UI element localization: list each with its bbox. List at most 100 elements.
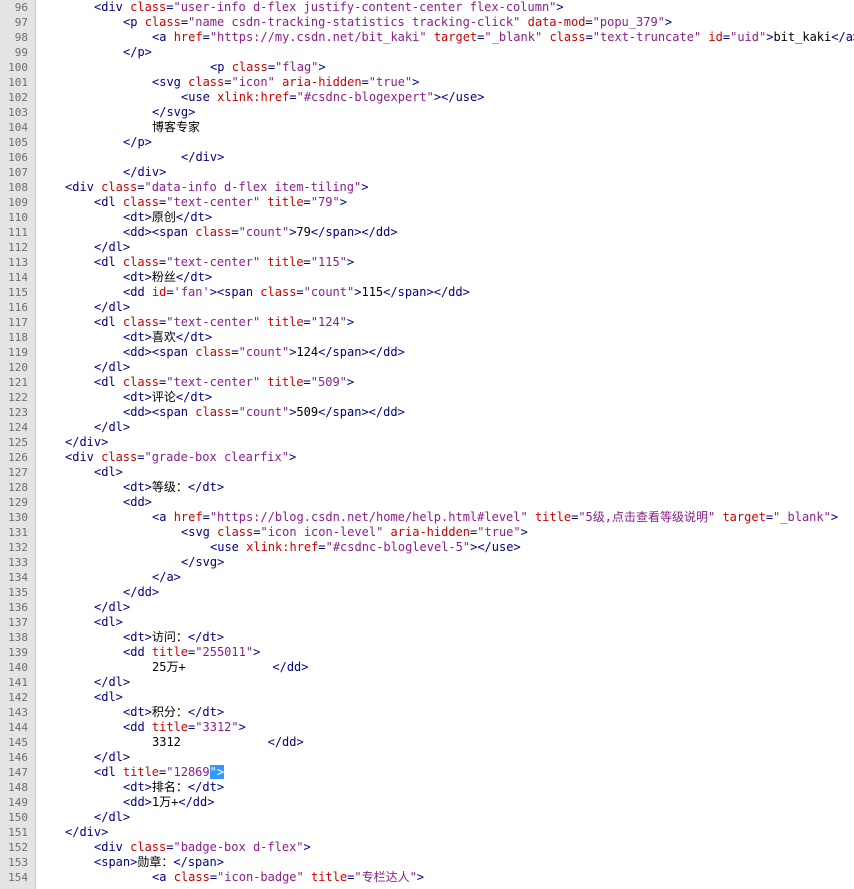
- code-line[interactable]: 104 博客专家: [0, 120, 854, 135]
- line-source: 博客专家: [36, 120, 200, 135]
- code-tag: <dt>: [123, 330, 152, 344]
- code-line[interactable]: 116 </dl>: [0, 300, 854, 315]
- code-line[interactable]: 120 </dl>: [0, 360, 854, 375]
- code-tag: >: [416, 870, 425, 884]
- code-line[interactable]: 147 <dl title="12869">: [0, 765, 854, 780]
- code-attribute: title: [534, 510, 572, 524]
- code-attribute: class: [130, 840, 167, 854]
- code-line[interactable]: 108 <div class="data-info d-flex item-til…: [0, 180, 854, 195]
- code-tag: <dd: [123, 720, 152, 734]
- code-attribute: title: [267, 375, 304, 389]
- code-tag: =: [585, 15, 593, 29]
- code-line[interactable]: 143 <dt>积分：</dt>: [0, 705, 854, 720]
- code-line[interactable]: 114 <dt>粉丝</dt>: [0, 270, 854, 285]
- code-line[interactable]: 102 <use xlink:href="#csdnc-blogexpert"><…: [0, 90, 854, 105]
- code-line[interactable]: 128 <dt>等级：</dt>: [0, 480, 854, 495]
- code-line[interactable]: 152 <div class="badge-box d-flex">: [0, 840, 854, 855]
- line-number: 139: [8, 646, 28, 659]
- code-line[interactable]: 153 <span>勋章：</span>: [0, 855, 854, 870]
- code-attribute-value: "124": [310, 315, 347, 329]
- code-line[interactable]: 144 <dd title="3312">: [0, 720, 854, 735]
- code-attribute: title: [267, 255, 304, 269]
- code-line[interactable]: 126 <div class="grade-box clearfix">: [0, 450, 854, 465]
- code-line[interactable]: 103 </svg>: [0, 105, 854, 120]
- code-line[interactable]: 97 <p class="name csdn-tracking-statistic…: [0, 15, 854, 30]
- line-number: 147: [8, 766, 28, 779]
- code-line[interactable]: 140 25万+ </dd>: [0, 660, 854, 675]
- code-attribute: id: [708, 30, 723, 44]
- code-tag: <dt>: [123, 390, 152, 404]
- code-line[interactable]: 109 <dl class="text-center" title="79">: [0, 195, 854, 210]
- line-source: 3312 </dd>: [36, 735, 304, 750]
- code-line[interactable]: 118 <dt>喜欢</dt>: [0, 330, 854, 345]
- code-line[interactable]: 107 </div>: [0, 165, 854, 180]
- code-line[interactable]: 99 </p>: [0, 45, 854, 60]
- code-line[interactable]: 101 <svg class="icon" aria-hidden="true">: [0, 75, 854, 90]
- code-line[interactable]: 106 </div>: [0, 150, 854, 165]
- code-attribute: class: [101, 180, 138, 194]
- code-tag: <dd><span: [123, 405, 196, 419]
- code-line[interactable]: 123 <dd><span class="count">509</span></d…: [0, 405, 854, 420]
- line-number: 119: [8, 346, 28, 359]
- code-line[interactable]: 119 <dd><span class="count">124</span></d…: [0, 345, 854, 360]
- line-source: <dt>等级：</dt>: [36, 480, 224, 495]
- code-area[interactable]: 96 <div class="user-info d-flex justify-c…: [0, 0, 854, 885]
- code-line[interactable]: 139 <dd title="255011">: [0, 645, 854, 660]
- code-line[interactable]: 135 </dd>: [0, 585, 854, 600]
- code-line[interactable]: 154 <a class="icon-badge" title="专栏达人">: [0, 870, 854, 885]
- code-line[interactable]: 105 </p>: [0, 135, 854, 150]
- code-line[interactable]: 150 </dl>: [0, 810, 854, 825]
- line-number: 108: [8, 181, 28, 194]
- code-line[interactable]: 142 <dl>: [0, 690, 854, 705]
- code-tag: >: [830, 510, 839, 524]
- code-line[interactable]: 113 <dl class="text-center" title="115">: [0, 255, 854, 270]
- code-line[interactable]: 136 </dl>: [0, 600, 854, 615]
- code-line[interactable]: 145 3312 </dd>: [0, 735, 854, 750]
- code-line[interactable]: 137 <dl>: [0, 615, 854, 630]
- code-line[interactable]: 115 <dd id='fan'><span class="count">115<…: [0, 285, 854, 300]
- code-line[interactable]: 121 <dl class="text-center" title="509">: [0, 375, 854, 390]
- code-line[interactable]: 134 </a>: [0, 570, 854, 585]
- code-line[interactable]: 138 <dt>访问：</dt>: [0, 630, 854, 645]
- code-line[interactable]: 112 </dl>: [0, 240, 854, 255]
- code-line[interactable]: 96 <div class="user-info d-flex justify-c…: [0, 0, 854, 15]
- code-attribute: title: [151, 720, 189, 734]
- line-number: 146: [8, 751, 28, 764]
- code-line[interactable]: 125 </div>: [0, 435, 854, 450]
- code-tag: >: [664, 15, 673, 29]
- line-number: 150: [8, 811, 28, 824]
- code-line[interactable]: 146 </dl>: [0, 750, 854, 765]
- code-line[interactable]: 122 <dt>评论</dt>: [0, 390, 854, 405]
- code-line[interactable]: 98 <a href="https://my.csdn.net/bit_kaki"…: [0, 30, 854, 45]
- line-source: </div>: [36, 165, 166, 180]
- code-line[interactable]: 127 <dl>: [0, 465, 854, 480]
- code-text: 等级：: [151, 480, 188, 494]
- code-tag: [304, 870, 311, 884]
- line-source: <use xlink:href="#csdnc-bloglevel-5"></u…: [36, 540, 521, 555]
- line-source: <p class="flag">: [36, 60, 326, 75]
- code-line[interactable]: 131 <svg class="icon icon-level" aria-hid…: [0, 525, 854, 540]
- line-source: </svg>: [36, 555, 224, 570]
- code-line[interactable]: 124 </dl>: [0, 420, 854, 435]
- code-tag: [383, 525, 390, 539]
- code-line[interactable]: 148 <dt>排名：</dt>: [0, 780, 854, 795]
- line-number: 117: [8, 316, 28, 329]
- code-line[interactable]: 141 </dl>: [0, 675, 854, 690]
- code-attribute-value: "text-center": [166, 315, 261, 329]
- code-line[interactable]: 151 </div>: [0, 825, 854, 840]
- code-line[interactable]: 132 <use xlink:href="#csdnc-bloglevel-5">…: [0, 540, 854, 555]
- code-line[interactable]: 117 <dl class="text-center" title="124">: [0, 315, 854, 330]
- code-line[interactable]: 130 <a href="https://blog.csdn.net/home/h…: [0, 510, 854, 525]
- code-text: 509: [296, 405, 319, 419]
- code-line[interactable]: 149 <dd>1万+</dd>: [0, 795, 854, 810]
- code-tag: >: [556, 0, 564, 14]
- line-source: <dt>喜欢</dt>: [36, 330, 212, 345]
- code-line[interactable]: 129 <dd>: [0, 495, 854, 510]
- code-line[interactable]: 133 </svg>: [0, 555, 854, 570]
- line-source: <dt>原创</dt>: [36, 210, 212, 225]
- line-number: 142: [8, 691, 28, 704]
- code-line[interactable]: 111 <dd><span class="count">79</span></dd…: [0, 225, 854, 240]
- code-line[interactable]: 100 <p class="flag">: [0, 60, 854, 75]
- code-line[interactable]: 110 <dt>原创</dt>: [0, 210, 854, 225]
- code-editor[interactable]: 96 <div class="user-info d-flex justify-c…: [0, 0, 854, 889]
